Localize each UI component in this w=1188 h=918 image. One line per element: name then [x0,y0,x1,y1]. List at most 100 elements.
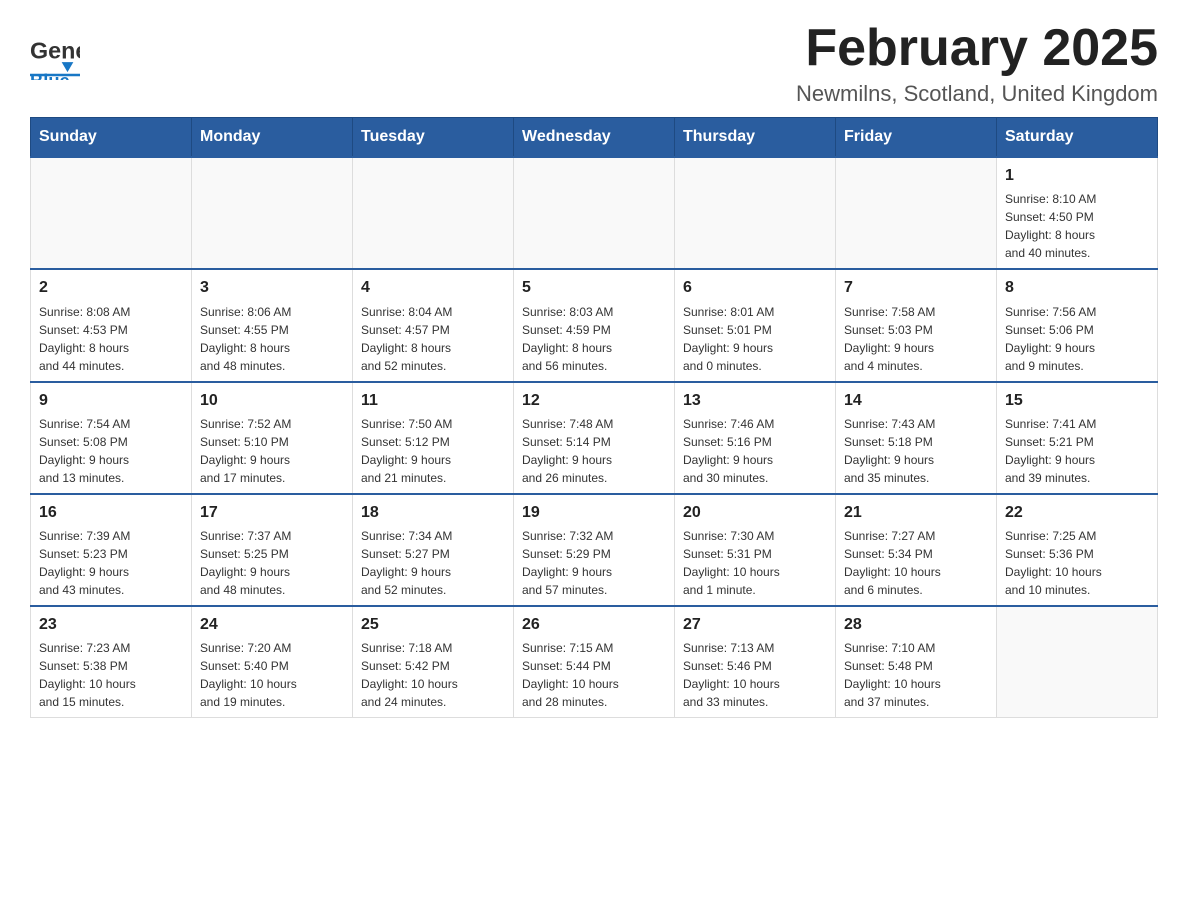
day-number: 26 [522,613,666,636]
day-number: 22 [1005,501,1149,524]
table-row: 25Sunrise: 7:18 AM Sunset: 5:42 PM Dayli… [353,606,514,718]
day-number: 9 [39,389,183,412]
day-number: 16 [39,501,183,524]
day-info: Sunrise: 7:48 AM Sunset: 5:14 PM Dayligh… [522,415,666,487]
table-row: 24 Sunrise: 7:20 AM Sunset: 5:40 PM Dayli… [192,606,353,718]
day-info: Sunrise: 7:30 AM Sunset: 5:31 PM Dayligh… [683,527,827,599]
table-row: 2 Sunrise: 8:08 AM Sunset: 4:53 PM Daylig… [31,269,192,381]
day-number: 3 [200,276,344,299]
day-info: Sunrise: 7:10 AM Sunset: 5:48 PM Dayligh… [844,639,988,711]
title-section: February 2025 Newmilns, Scotland, United… [796,20,1158,107]
table-row: 10 Sunrise: 7:52 AM Sunset: 5:10 PM Dayli… [192,382,353,494]
day-number: 13 [683,389,827,412]
calendar-title: February 2025 [796,20,1158,77]
day-info: Sunrise: 7:46 AM Sunset: 5:16 PM Dayligh… [683,415,827,487]
calendar-header-row: Sunday Monday Tuesday Wednesday Thursday… [31,118,1158,158]
day-info: Sunrise: 7:13 AM Sunset: 5:46 PM Dayligh… [683,639,827,711]
header-friday: Friday [836,118,997,158]
calendar-week-1: 1 Sunrise: 8:10 AM Sunset: 4:50 PM Daylig… [31,157,1158,269]
day-info: Sunrise: 8:06 AM Sunset: 4:55 PM Dayligh… [200,303,344,375]
day-info: Sunrise: 7:54 AM Sunset: 5:08 PM Dayligh… [39,415,183,487]
day-number: 25 [361,613,505,636]
day-number: 6 [683,276,827,299]
day-info: Sunrise: 7:37 AM Sunset: 5:25 PM Dayligh… [200,527,344,599]
day-number: 23 [39,613,183,636]
table-row: 7Sunrise: 7:58 AM Sunset: 5:03 PM Daylig… [836,269,997,381]
day-number: 8 [1005,276,1149,299]
page-header: General Blue February 2025 Newmilns, Sco… [30,20,1158,107]
table-row: 3 Sunrise: 8:06 AM Sunset: 4:55 PM Daylig… [192,269,353,381]
day-info: Sunrise: 8:03 AM Sunset: 4:59 PM Dayligh… [522,303,666,375]
day-number: 1 [1005,164,1149,187]
calendar-subtitle: Newmilns, Scotland, United Kingdom [796,81,1158,107]
table-row: 18 Sunrise: 7:34 AM Sunset: 5:27 PM Dayli… [353,494,514,606]
day-info: Sunrise: 7:43 AM Sunset: 5:18 PM Dayligh… [844,415,988,487]
day-number: 12 [522,389,666,412]
table-row: 5 Sunrise: 8:03 AM Sunset: 4:59 PM Daylig… [514,269,675,381]
day-number: 15 [1005,389,1149,412]
day-info: Sunrise: 8:01 AM Sunset: 5:01 PM Dayligh… [683,303,827,375]
header-monday: Monday [192,118,353,158]
table-row [31,157,192,269]
day-number: 21 [844,501,988,524]
table-row: 26 Sunrise: 7:15 AM Sunset: 5:44 PM Dayli… [514,606,675,718]
table-row [997,606,1158,718]
day-number: 27 [683,613,827,636]
day-number: 24 [200,613,344,636]
day-info: Sunrise: 8:04 AM Sunset: 4:57 PM Dayligh… [361,303,505,375]
logo-icon: General Blue [30,30,80,80]
table-row: 13 Sunrise: 7:46 AM Sunset: 5:16 PM Dayli… [675,382,836,494]
table-row: 16 Sunrise: 7:39 AM Sunset: 5:23 PM Dayli… [31,494,192,606]
calendar-table: Sunday Monday Tuesday Wednesday Thursday… [30,117,1158,718]
day-info: Sunrise: 7:15 AM Sunset: 5:44 PM Dayligh… [522,639,666,711]
day-number: 20 [683,501,827,524]
day-number: 5 [522,276,666,299]
table-row [675,157,836,269]
day-info: Sunrise: 7:39 AM Sunset: 5:23 PM Dayligh… [39,527,183,599]
header-thursday: Thursday [675,118,836,158]
day-number: 19 [522,501,666,524]
day-info: Sunrise: 8:10 AM Sunset: 4:50 PM Dayligh… [1005,190,1149,262]
table-row: 14Sunrise: 7:43 AM Sunset: 5:18 PM Dayli… [836,382,997,494]
table-row: 17 Sunrise: 7:37 AM Sunset: 5:25 PM Dayli… [192,494,353,606]
day-number: 2 [39,276,183,299]
day-number: 4 [361,276,505,299]
header-wednesday: Wednesday [514,118,675,158]
day-number: 11 [361,389,505,412]
day-number: 17 [200,501,344,524]
day-number: 18 [361,501,505,524]
table-row: 22 Sunrise: 7:25 AM Sunset: 5:36 PM Dayli… [997,494,1158,606]
svg-text:Blue: Blue [30,70,70,80]
table-row: 20 Sunrise: 7:30 AM Sunset: 5:31 PM Dayli… [675,494,836,606]
day-info: Sunrise: 7:27 AM Sunset: 5:34 PM Dayligh… [844,527,988,599]
calendar-week-2: 2 Sunrise: 8:08 AM Sunset: 4:53 PM Daylig… [31,269,1158,381]
table-row: 4 Sunrise: 8:04 AM Sunset: 4:57 PM Daylig… [353,269,514,381]
table-row: 28 Sunrise: 7:10 AM Sunset: 5:48 PM Dayli… [836,606,997,718]
day-number: 10 [200,389,344,412]
table-row: 1 Sunrise: 8:10 AM Sunset: 4:50 PM Daylig… [997,157,1158,269]
day-info: Sunrise: 7:34 AM Sunset: 5:27 PM Dayligh… [361,527,505,599]
day-info: Sunrise: 8:08 AM Sunset: 4:53 PM Dayligh… [39,303,183,375]
day-number: 28 [844,613,988,636]
table-row: 19Sunrise: 7:32 AM Sunset: 5:29 PM Dayli… [514,494,675,606]
calendar-week-5: 23Sunrise: 7:23 AM Sunset: 5:38 PM Dayli… [31,606,1158,718]
header-saturday: Saturday [997,118,1158,158]
table-row: 8 Sunrise: 7:56 AM Sunset: 5:06 PM Daylig… [997,269,1158,381]
day-info: Sunrise: 7:52 AM Sunset: 5:10 PM Dayligh… [200,415,344,487]
day-info: Sunrise: 7:58 AM Sunset: 5:03 PM Dayligh… [844,303,988,375]
table-row: 12 Sunrise: 7:48 AM Sunset: 5:14 PM Dayli… [514,382,675,494]
calendar-week-3: 9 Sunrise: 7:54 AM Sunset: 5:08 PM Daylig… [31,382,1158,494]
logo: General Blue [30,20,84,80]
day-info: Sunrise: 7:41 AM Sunset: 5:21 PM Dayligh… [1005,415,1149,487]
table-row: 11 Sunrise: 7:50 AM Sunset: 5:12 PM Dayli… [353,382,514,494]
day-info: Sunrise: 7:25 AM Sunset: 5:36 PM Dayligh… [1005,527,1149,599]
day-info: Sunrise: 7:50 AM Sunset: 5:12 PM Dayligh… [361,415,505,487]
day-info: Sunrise: 7:20 AM Sunset: 5:40 PM Dayligh… [200,639,344,711]
header-sunday: Sunday [31,118,192,158]
table-row: 6 Sunrise: 8:01 AM Sunset: 5:01 PM Daylig… [675,269,836,381]
table-row [836,157,997,269]
svg-text:General: General [30,38,80,64]
table-row: 15 Sunrise: 7:41 AM Sunset: 5:21 PM Dayli… [997,382,1158,494]
table-row: 21 Sunrise: 7:27 AM Sunset: 5:34 PM Dayli… [836,494,997,606]
day-info: Sunrise: 7:56 AM Sunset: 5:06 PM Dayligh… [1005,303,1149,375]
